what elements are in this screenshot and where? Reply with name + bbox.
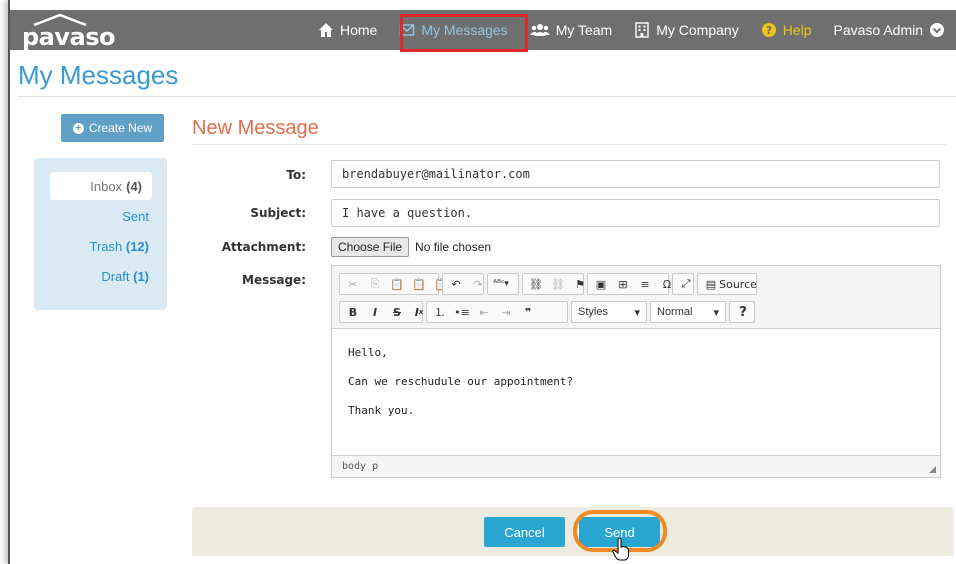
nav-home[interactable]: Home (307, 10, 388, 50)
blockquote-icon[interactable]: ❞ (518, 303, 538, 321)
highlight-box (400, 14, 528, 52)
image-icon[interactable]: ▣ (591, 275, 611, 293)
styles-dropdown[interactable]: Styles ▾ (571, 301, 647, 323)
body-line: Hello, (348, 346, 388, 359)
inbox-count: (4) (126, 178, 142, 194)
nav-admin-label: Pavaso Admin (833, 22, 924, 38)
svg-text:?: ? (766, 24, 772, 37)
undo-icon[interactable]: ↶ (446, 275, 466, 293)
divider (192, 144, 946, 145)
mailbox-sidebar: Inbox (4) Sent Trash (12) Draft (1) (34, 158, 167, 310)
sidebar-item-draft[interactable]: Draft (1) (101, 269, 149, 284)
maximize-icon[interactable]: ⤢ (676, 275, 696, 293)
cancel-button[interactable]: Cancel (484, 517, 565, 547)
nav-help-label: Help (782, 22, 812, 38)
clipboard-group: ✂ ⎘ 📋 📋 📋 (339, 273, 448, 295)
styles-label: Styles (578, 306, 608, 318)
redo-icon[interactable]: ↷ (468, 275, 488, 293)
sidebar-item-inbox[interactable]: Inbox (4) (50, 172, 152, 200)
nav-company-label: My Company (656, 22, 739, 38)
sent-label: Sent (122, 209, 149, 224)
help-group: ? (729, 301, 755, 323)
body-line: Can we reschudule our appointment? (348, 375, 574, 388)
hand-cursor-icon (612, 538, 629, 561)
subject-field[interactable]: I have a question. (331, 199, 940, 227)
nav-team-label: My Team (555, 22, 613, 38)
create-new-button[interactable]: + Create New (61, 114, 164, 142)
link-icon[interactable]: ⛓ (526, 275, 546, 293)
insert-group: ▣ ⊞ ≡ Ω (587, 273, 671, 295)
draft-count: (1) (133, 269, 149, 284)
form-title: New Message (192, 117, 319, 139)
divider (18, 96, 956, 97)
spellcheck-group: ᴬᴮᶜ▾ (487, 273, 519, 295)
help-icon: ? (761, 23, 776, 37)
chevron-down-icon: ▾ (713, 306, 719, 319)
editor-help-button[interactable]: ? (733, 303, 753, 321)
unlink-icon[interactable]: ⛓ (548, 275, 568, 293)
paste-icon[interactable]: 📋 (387, 275, 407, 293)
indent-icon[interactable]: ⇥ (496, 303, 516, 321)
attachment-label: Attachment: (221, 240, 306, 254)
horizontal-line-icon[interactable]: ≡ (635, 275, 655, 293)
message-label: Message: (242, 273, 306, 287)
bold-button[interactable]: B (343, 303, 363, 321)
paste-text-icon[interactable]: 📋 (409, 275, 429, 293)
source-icon[interactable]: ▤ (701, 275, 721, 293)
sidebar-item-trash[interactable]: Trash (12) (90, 239, 150, 254)
spellcheck-icon[interactable]: ᴬᴮᶜ▾ (491, 275, 511, 293)
editor-toolbar: ✂ ⎘ 📋 📋 📋 ↶ ↷ ᴬᴮᶜ▾ ⛓ ⛓ ⚑ ▣ ⊞ ≡ Ω ⤢ ▤ Sou… (332, 266, 940, 329)
format-label: Normal (657, 306, 693, 318)
outdent-icon[interactable]: ⇤ (474, 303, 494, 321)
no-file-text: No file chosen (415, 240, 492, 254)
editor-content[interactable]: Hello, Can we reschudule our appointment… (348, 346, 573, 433)
trash-count: (12) (125, 239, 149, 254)
table-icon[interactable]: ⊞ (613, 275, 633, 293)
chevron-down-icon: ▾ (634, 306, 640, 319)
page-title: My Messages (18, 60, 179, 90)
source-group: ▤ Source (697, 273, 757, 295)
attachment-input: Choose File No file chosen (331, 237, 491, 257)
nav-admin-menu[interactable]: Pavaso Admin (823, 10, 956, 50)
link-group: ⛓ ⛓ ⚑ (522, 273, 585, 295)
inbox-label: Inbox (90, 178, 123, 194)
chevron-down-circle-icon (930, 23, 944, 37)
sidebar-item-sent[interactable]: Sent (122, 209, 149, 224)
home-icon (318, 23, 333, 37)
to-label: To: (286, 168, 306, 182)
bulleted-list-icon[interactable]: •≡ (452, 303, 472, 321)
nav-company[interactable]: My Company (623, 10, 749, 50)
editor-path: body p (332, 455, 940, 477)
list-group: ⒈ •≡ ⇤ ⇥ ❞ (426, 301, 568, 323)
subject-label: Subject: (250, 206, 306, 220)
trash-label: Trash (89, 239, 123, 254)
body-line: Thank you. (348, 404, 415, 417)
copy-icon[interactable]: ⎘ (365, 275, 385, 293)
nav-help[interactable]: ? Help (750, 10, 823, 50)
to-field[interactable]: brendabuyer@mailinator.com (331, 160, 940, 188)
resize-handle-icon[interactable] (929, 466, 936, 473)
building-icon (635, 22, 649, 38)
nav-team[interactable]: My Team (519, 10, 624, 50)
italic-button[interactable]: I (365, 303, 385, 321)
nav-home-label: Home (339, 22, 378, 38)
maximize-group: ⤢ (672, 273, 694, 295)
history-group: ↶ ↷ (442, 273, 484, 295)
rich-text-editor: ✂ ⎘ 📋 📋 📋 ↶ ↷ ᴬᴮᶜ▾ ⛓ ⛓ ⚑ ▣ ⊞ ≡ Ω ⤢ ▤ Sou… (331, 265, 941, 478)
pavaso-logo[interactable]: pavaso (22, 14, 116, 51)
choose-file-button[interactable]: Choose File (331, 237, 410, 257)
source-button[interactable]: Source (719, 275, 757, 293)
numbered-list-icon[interactable]: ⒈ (430, 303, 450, 321)
format-dropdown[interactable]: Normal ▾ (650, 301, 726, 323)
create-new-label: Create New (88, 121, 153, 135)
team-icon (529, 24, 550, 36)
frame-edge (8, 0, 10, 564)
logo-text: pavaso (22, 23, 116, 51)
cut-icon[interactable]: ✂ (343, 275, 363, 293)
plus-icon: + (72, 122, 84, 134)
strike-button[interactable]: S (387, 303, 407, 321)
basic-style-group: B I S Ix (339, 301, 423, 323)
draft-label: Draft (101, 269, 130, 284)
